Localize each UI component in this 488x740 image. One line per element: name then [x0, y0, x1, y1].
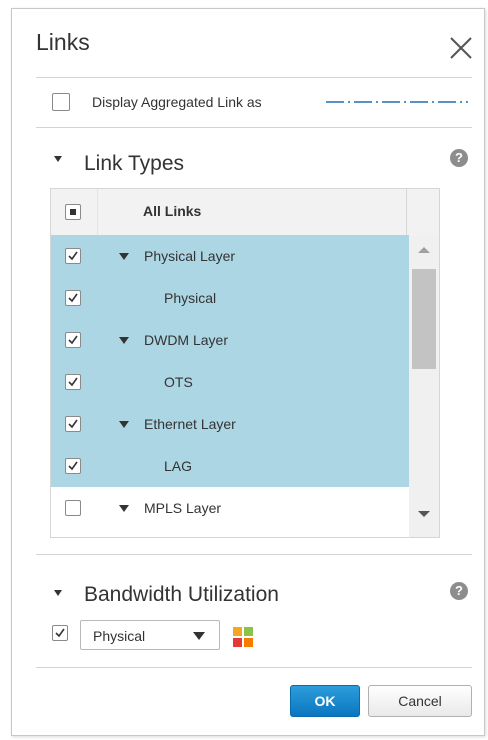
row-checkbox[interactable] [65, 416, 81, 432]
aggregated-link-checkbox[interactable] [52, 93, 70, 111]
table-row[interactable]: LAG [51, 445, 409, 487]
checkmark-icon [68, 251, 78, 261]
aggregated-link-label: Display Aggregated Link as [92, 94, 262, 110]
ok-button[interactable]: OK [290, 685, 360, 717]
checkmark-icon [68, 377, 78, 387]
table-row[interactable]: MPLS Layer [51, 487, 409, 529]
bandwidth-layer-select[interactable]: Physical [80, 620, 220, 650]
checkmark-icon [68, 335, 78, 345]
row-checkbox[interactable] [65, 374, 81, 390]
chevron-down-icon [193, 632, 205, 640]
bandwidth-help-icon[interactable]: ? [450, 582, 468, 600]
title-divider [36, 77, 472, 78]
expand-triangle-icon[interactable] [119, 505, 129, 512]
table-row[interactable]: Physical [51, 277, 409, 319]
checkmark-icon [68, 461, 78, 471]
link-types-collapse-icon[interactable] [54, 156, 62, 162]
color-legend-icon[interactable] [233, 627, 253, 647]
row-label: Ethernet Layer [144, 416, 236, 432]
checkmark-icon [55, 628, 65, 638]
aggregated-divider [36, 127, 472, 128]
row-label: Physical [164, 290, 217, 306]
checkmark-icon [68, 293, 78, 303]
expand-triangle-icon[interactable] [119, 337, 129, 344]
cancel-button[interactable]: Cancel [368, 685, 472, 717]
row-checkbox[interactable] [65, 458, 81, 474]
table-header: All Links [51, 189, 439, 236]
all-links-checkbox[interactable] [65, 204, 81, 220]
expand-triangle-icon[interactable] [119, 421, 129, 428]
bandwidth-select-value: Physical [93, 628, 146, 644]
footer-divider [36, 667, 472, 668]
link-types-table: All Links Physical Layer Physical DWDM Lay… [50, 188, 440, 538]
row-label: Physical Layer [144, 248, 236, 264]
header-scroll-divider [406, 189, 407, 235]
scroll-down-icon[interactable] [418, 511, 430, 517]
table-scrollbar[interactable] [409, 235, 439, 537]
row-checkbox[interactable] [65, 500, 81, 516]
table-row[interactable]: Physical Layer [51, 235, 409, 277]
close-icon[interactable] [446, 33, 476, 63]
table-row[interactable]: Ethernet Layer [51, 403, 409, 445]
scroll-up-icon[interactable] [418, 247, 430, 253]
bandwidth-title: Bandwidth Utilization [84, 583, 279, 606]
table-row[interactable]: OTS [51, 361, 409, 403]
checkmark-icon [68, 419, 78, 429]
scroll-thumb[interactable] [412, 269, 436, 369]
row-checkbox[interactable] [65, 332, 81, 348]
bandwidth-checkbox[interactable] [52, 625, 68, 641]
row-checkbox[interactable] [65, 290, 81, 306]
row-label: LAG [164, 458, 193, 474]
all-links-header: All Links [143, 203, 202, 219]
row-checkbox[interactable] [65, 248, 81, 264]
dash-dot-line-sample [326, 101, 468, 103]
row-label: DWDM Layer [144, 332, 229, 348]
dialog-title: Links [36, 29, 90, 55]
link-types-divider [36, 554, 472, 555]
link-types-help-icon[interactable]: ? [450, 149, 468, 167]
header-column-divider [97, 189, 98, 235]
link-types-title: Link Types [84, 152, 185, 175]
table-row[interactable]: DWDM Layer [51, 319, 409, 361]
row-label: OTS [164, 374, 193, 390]
expand-triangle-icon[interactable] [119, 253, 129, 260]
row-label: MPLS Layer [144, 500, 222, 516]
bandwidth-collapse-icon[interactable] [54, 590, 62, 596]
